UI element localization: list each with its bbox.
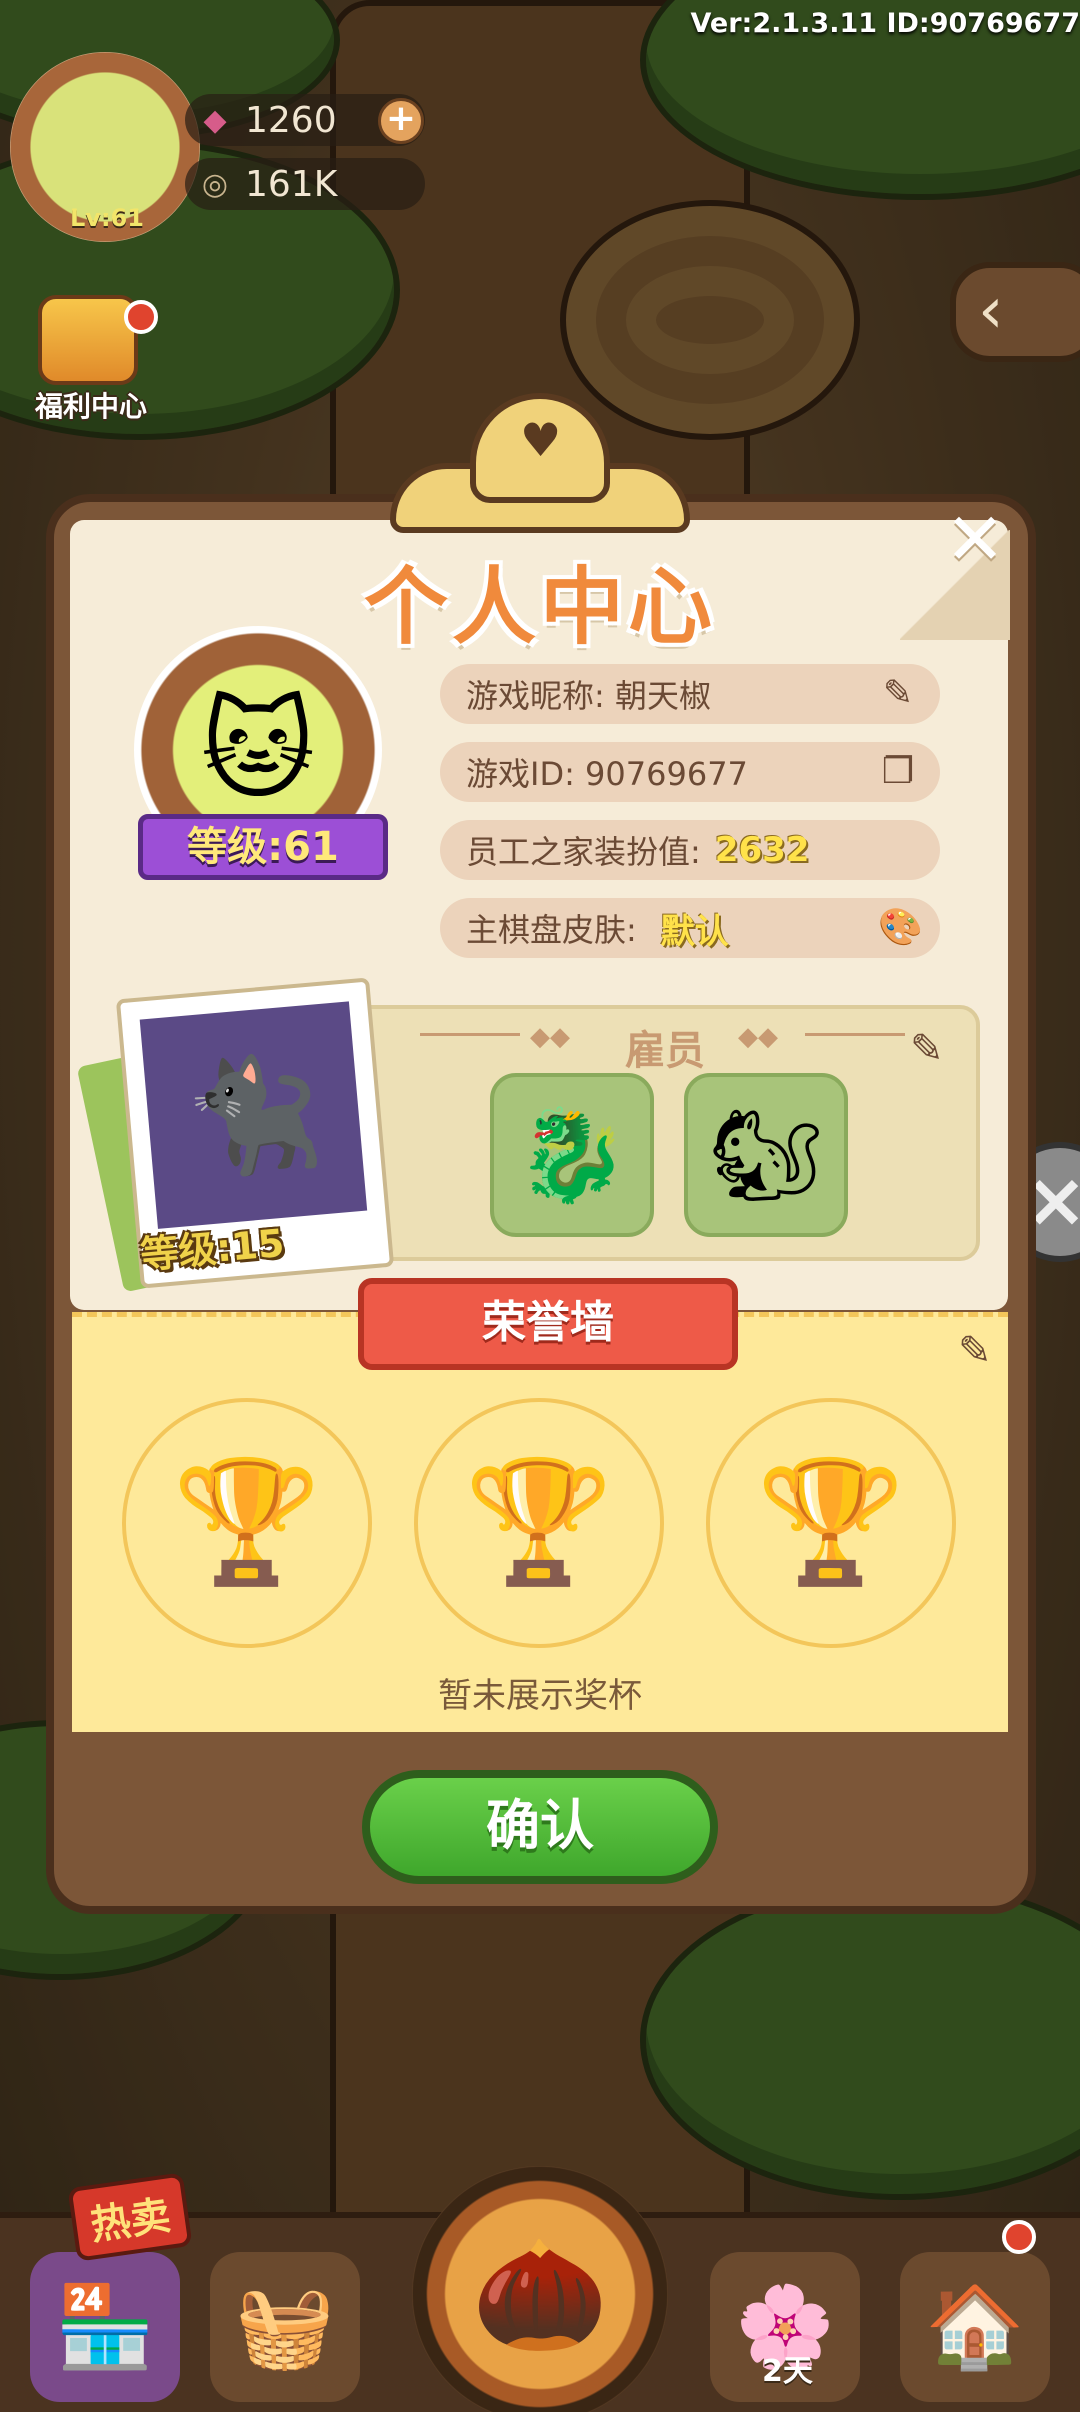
black-cat-portrait: 🐈‍⬛ — [139, 1001, 368, 1229]
add-gems-button[interactable]: + — [378, 98, 424, 144]
seed-icon: ◎ — [201, 166, 229, 202]
board-skin-label: 主棋盘皮肤: — [466, 911, 637, 949]
honor-wall-title: 荣誉墙 — [358, 1278, 738, 1370]
heart-icon: ♥ — [520, 413, 562, 467]
notification-dot — [124, 300, 158, 334]
dialog-crest: ♥ — [390, 393, 690, 535]
pencil-icon[interactable]: ✎ — [958, 1328, 992, 1374]
employee-slot-dragon[interactable]: 🐉 — [490, 1073, 654, 1237]
trophy-icon[interactable]: 🏆 — [706, 1398, 956, 1648]
palette-icon[interactable]: 🎨 — [878, 908, 923, 948]
nav-bag-button[interactable]: 🧺 — [210, 2252, 360, 2402]
copy-icon[interactable]: ❐ — [878, 752, 918, 792]
pencil-icon[interactable]: ✎ — [910, 1026, 944, 1072]
gem-value: 1260 — [245, 99, 337, 141]
acorn-main-button[interactable]: 🌰 — [412, 2166, 668, 2412]
seed-counter: ◎ 161K — [185, 158, 425, 210]
nav-shop-button[interactable]: 🏪 — [30, 2252, 180, 2402]
game-id-row: 游戏ID: 90769677 ❐ — [440, 742, 940, 802]
player-level: Lv:61 — [70, 204, 144, 232]
board-skin-row: 主棋盘皮肤: 默认 🎨 — [440, 898, 940, 958]
level-badge: 等级:61 — [138, 814, 388, 880]
dialog-title: 个人中心 — [363, 558, 716, 656]
decor-value: 2632 — [714, 830, 810, 870]
trophy-icon[interactable]: 🏆 — [414, 1398, 664, 1648]
pencil-icon[interactable]: ✎ — [878, 674, 918, 714]
seed-value: 161K — [245, 163, 338, 205]
nickname-row: 游戏昵称: 朝天椒 ✎ — [440, 664, 940, 724]
nav-house-button[interactable]: 🏠 — [900, 2252, 1050, 2402]
confirm-button[interactable]: 确认 — [362, 1770, 718, 1884]
honor-empty-text: 暂未展示奖杯 — [438, 1676, 642, 1716]
nickname-text: 游戏昵称: 朝天椒 — [466, 677, 711, 715]
game-id-text: 游戏ID: 90769677 — [466, 755, 748, 793]
decor-row: 员工之家装扮值: 2632 — [440, 820, 940, 880]
board-skin-value: 默认 — [660, 911, 729, 952]
decor-label: 员工之家装扮值: — [466, 833, 701, 871]
gift-box-icon — [38, 295, 138, 385]
version-text: Ver:2.1.3.11 ID:90769677 — [690, 8, 1080, 39]
side-back-tab[interactable]: ‹ — [950, 262, 1080, 362]
trophy-icon[interactable]: 🏆 — [122, 1398, 372, 1648]
employee-slot-squirrel[interactable]: 🐿 — [684, 1073, 848, 1237]
days-remaining-label: 2天 — [762, 2354, 813, 2389]
welfare-label: 福利中心 — [34, 390, 147, 423]
notification-dot — [1002, 2220, 1036, 2254]
gem-icon: ◆ — [203, 102, 227, 138]
